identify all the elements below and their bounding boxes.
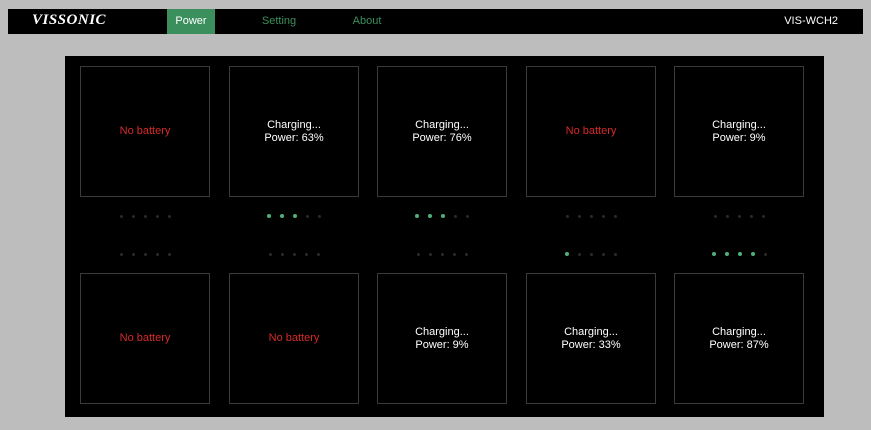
level-dot-off <box>613 214 617 218</box>
battery-level-indicator <box>377 251 507 257</box>
battery-level-indicator <box>674 213 804 219</box>
level-dot-off <box>167 214 171 218</box>
level-dot-off <box>578 252 581 256</box>
slot-status: Charging... <box>415 325 469 338</box>
slot-top-4: No battery <box>526 66 656 197</box>
level-dot-on <box>750 252 755 256</box>
level-dot-on <box>441 214 445 218</box>
slot-top-2: Charging... Power: 63% <box>229 66 359 197</box>
slot-power: Power: 76% <box>412 131 472 144</box>
level-dot-off <box>143 252 147 256</box>
level-dot-off <box>155 252 159 256</box>
slot-status: Charging... <box>564 325 618 338</box>
slot-power: Power: 33% <box>561 338 621 351</box>
level-dot-off <box>440 252 444 256</box>
level-dot-on <box>415 214 419 218</box>
level-dot-off <box>131 252 135 256</box>
battery-level-indicator <box>526 251 656 257</box>
level-dot-off <box>452 252 456 256</box>
level-dot-off <box>577 214 581 218</box>
level-dot-off <box>464 252 468 256</box>
tab-setting[interactable]: Setting <box>254 9 304 34</box>
tab-about[interactable]: About <box>344 9 390 34</box>
level-dot-on <box>565 252 569 256</box>
level-dot-off <box>761 214 765 218</box>
battery-level-indicator <box>229 251 359 257</box>
level-dot-off <box>602 252 605 256</box>
level-dot-off <box>713 214 717 218</box>
level-dot-on <box>711 252 716 256</box>
level-dot-off <box>119 252 123 256</box>
level-dot-off <box>565 214 569 218</box>
slot-status: Charging... <box>712 118 766 131</box>
battery-level-indicator <box>80 213 210 219</box>
level-dot-off <box>601 214 605 218</box>
model-name: VIS-WCH2 <box>784 15 838 27</box>
level-dot-off <box>416 252 420 256</box>
level-dot-off <box>119 214 123 218</box>
level-dot-off <box>292 252 296 256</box>
slot-power: Power: 9% <box>415 338 469 351</box>
level-dot-off <box>316 252 320 256</box>
charging-panel: No battery Charging... Power: 63% Chargi… <box>65 56 824 417</box>
vissonic-logo: VISSONIC <box>32 12 107 28</box>
level-dot-off <box>737 214 741 218</box>
slot-bottom-4: Charging... Power: 33% <box>526 273 656 404</box>
level-dot-off <box>590 252 593 256</box>
level-dot-off <box>725 214 729 218</box>
level-dot-off <box>749 214 753 218</box>
level-dot-off <box>614 252 617 256</box>
slot-top-3: Charging... Power: 76% <box>377 66 507 197</box>
slot-power: Power: 9% <box>712 131 766 144</box>
level-dot-off <box>589 214 593 218</box>
level-dot-off <box>155 214 159 218</box>
level-dot-off <box>466 214 469 218</box>
battery-level-indicator <box>526 213 656 219</box>
slot-top-5: Charging... Power: 9% <box>674 66 804 197</box>
battery-level-indicator <box>377 213 507 219</box>
slot-power: Power: 63% <box>264 131 324 144</box>
slot-bottom-2: No battery <box>229 273 359 404</box>
level-dot-on <box>280 214 284 218</box>
slot-status: Charging... <box>712 325 766 338</box>
level-dot-off <box>167 252 171 256</box>
slot-status: Charging... <box>415 118 469 131</box>
tab-power[interactable]: Power <box>167 9 215 34</box>
level-dot-off <box>428 252 432 256</box>
level-dot-off <box>143 214 147 218</box>
level-dot-off <box>454 214 457 218</box>
level-dot-off <box>306 214 309 218</box>
battery-level-indicator <box>80 251 210 257</box>
slot-status: Charging... <box>267 118 321 131</box>
level-dot-off <box>268 252 272 256</box>
level-dot-off <box>304 252 308 256</box>
level-dot-on <box>267 214 271 218</box>
slot-bottom-1: No battery <box>80 273 210 404</box>
slot-status: No battery <box>119 125 171 137</box>
slot-status: No battery <box>119 332 171 344</box>
battery-level-indicator <box>674 251 804 257</box>
slot-status: No battery <box>268 332 320 344</box>
battery-level-indicator <box>229 213 359 219</box>
level-dot-on <box>724 252 729 256</box>
slot-status: No battery <box>565 125 617 137</box>
top-nav-bar: VISSONIC Power Setting About VIS-WCH2 <box>8 9 863 34</box>
slot-bottom-3: Charging... Power: 9% <box>377 273 507 404</box>
level-dot-off <box>763 252 767 256</box>
level-dot-on <box>293 214 297 218</box>
level-dot-on <box>428 214 432 218</box>
level-dot-off <box>280 252 284 256</box>
slot-top-1: No battery <box>80 66 210 197</box>
level-dot-on <box>737 252 742 256</box>
level-dot-off <box>318 214 321 218</box>
level-dot-off <box>131 214 135 218</box>
slot-power: Power: 87% <box>709 338 769 351</box>
slot-bottom-5: Charging... Power: 87% <box>674 273 804 404</box>
